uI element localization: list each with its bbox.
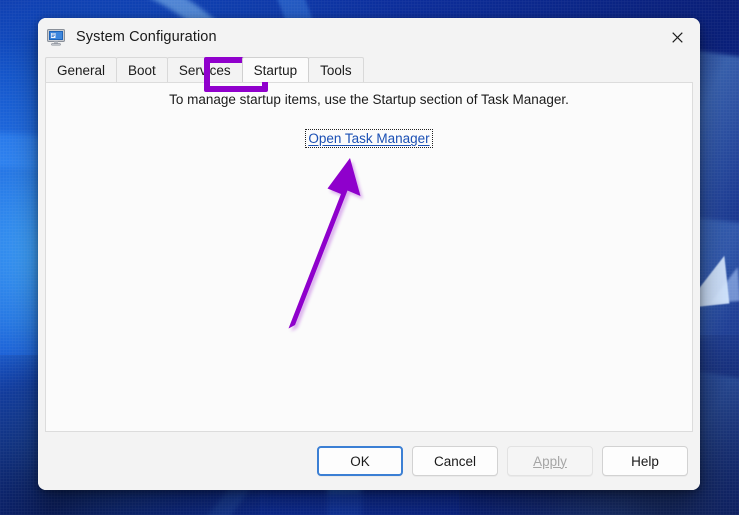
tab-startup[interactable]: Startup [241,57,310,82]
close-icon[interactable] [654,18,700,56]
window-title: System Configuration [76,29,217,45]
system-configuration-dialog: System Configuration General Boot Servic… [38,18,700,490]
tab-services[interactable]: Services [166,57,243,82]
help-button[interactable]: Help [602,446,688,476]
tab-tools-label: Tools [320,62,352,78]
startup-instruction-text: To manage startup items, use the Startup… [169,92,569,107]
open-task-manager-link-container: Open Task Manager [46,129,692,148]
apply-button: Apply [507,446,593,476]
tab-general[interactable]: General [45,57,118,82]
dialog-button-bar: OK Cancel Apply Help [38,432,700,490]
title-bar: System Configuration [38,18,700,56]
tab-boot[interactable]: Boot [116,57,168,82]
cancel-button-label: Cancel [433,453,477,469]
ok-button-label: OK [350,453,370,469]
tab-boot-label: Boot [128,62,156,78]
help-button-label: Help [631,453,659,469]
startup-tab-panel: To manage startup items, use the Startup… [45,82,693,432]
ok-button[interactable]: OK [317,446,403,476]
tab-tools[interactable]: Tools [308,57,364,82]
apply-button-label: Apply [533,453,567,469]
tab-startup-label: Startup [253,62,298,78]
open-task-manager-link[interactable]: Open Task Manager [305,129,433,148]
tab-strip: General Boot Services Startup Tools [45,56,700,82]
tab-services-label: Services [178,62,231,78]
tab-general-label: General [57,62,106,78]
computer-monitor-icon [46,27,66,47]
cancel-button[interactable]: Cancel [412,446,498,476]
